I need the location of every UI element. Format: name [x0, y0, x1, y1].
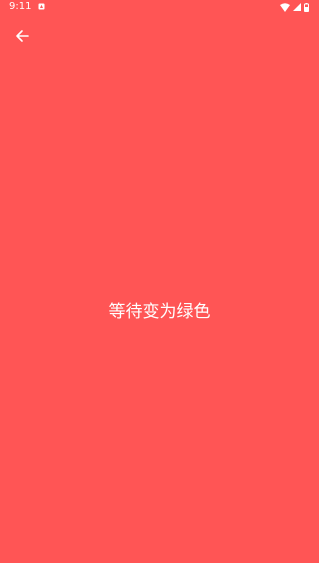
battery-icon: [304, 2, 309, 12]
status-bar: 9:11: [0, 0, 319, 14]
back-button[interactable]: [12, 26, 32, 46]
notification-icon: [38, 3, 45, 10]
arrow-left-icon: [16, 30, 29, 42]
signal-icon: [293, 3, 301, 11]
wifi-icon: [280, 2, 290, 12]
reaction-screen[interactable]: 9:11 等待变为绿色: [0, 0, 319, 563]
wait-message: 等待变为绿色: [108, 302, 211, 322]
status-time: 9:11: [9, 1, 32, 12]
status-icons: [280, 2, 309, 12]
